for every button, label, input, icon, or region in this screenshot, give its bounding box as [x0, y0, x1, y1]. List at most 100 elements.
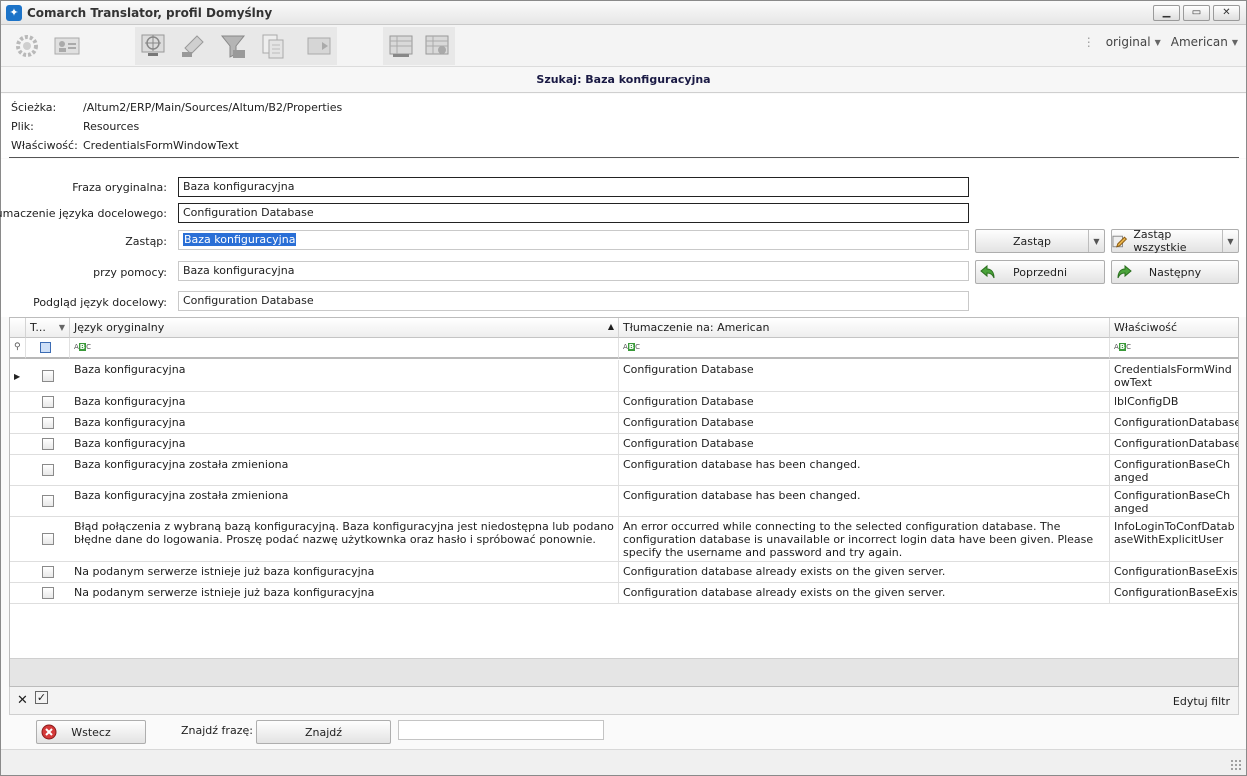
row-checkbox[interactable] — [42, 495, 54, 507]
tools-wrench-icon[interactable] — [177, 30, 209, 62]
cell-translation[interactable]: Configuration database has been changed. — [619, 486, 1110, 516]
row-checkbox[interactable] — [42, 566, 54, 578]
table-row[interactable]: Na podanym serwerze istnieje już baza ko… — [10, 562, 1238, 583]
maximize-button[interactable]: ▭ — [1183, 5, 1210, 21]
row-checkbox[interactable] — [42, 417, 54, 429]
table-row[interactable]: Błąd połączenia z wybraną bazą konfigura… — [10, 517, 1238, 562]
cell-translation[interactable]: Configuration Database — [619, 434, 1110, 454]
cell-original[interactable]: Baza konfiguracyjna — [70, 434, 619, 454]
replace-label: Zastąp: — [125, 235, 167, 248]
target-monitor-icon[interactable] — [137, 30, 169, 62]
original-dropdown[interactable]: original ▼ — [1106, 35, 1161, 49]
copy-documents-icon[interactable] — [257, 30, 289, 62]
row-checkbox[interactable] — [42, 370, 54, 382]
filter-pin-icon: ⚲ — [10, 338, 26, 359]
cell-property[interactable]: lblConfigDB — [1110, 392, 1238, 412]
target-translation-field[interactable]: Configuration Database — [178, 203, 969, 223]
find-button-label: Znajdź — [304, 725, 343, 739]
row-checkbox[interactable] — [42, 464, 54, 476]
cell-original[interactable]: Na podanym serwerze istnieje już baza ko… — [70, 562, 619, 582]
table-row[interactable]: Baza konfiguracyjna Configuration Databa… — [10, 434, 1238, 455]
cell-property[interactable]: ConfigurationBaseExists — [1110, 562, 1238, 582]
cell-translation[interactable]: Configuration Database — [619, 392, 1110, 412]
cell-original[interactable]: Baza konfiguracyjna została zmieniona — [70, 486, 619, 516]
column-header-original[interactable]: Język oryginalny ▲ — [70, 318, 619, 338]
cell-original[interactable]: Na podanym serwerze istnieje już baza ko… — [70, 583, 619, 603]
filter-funnel-icon[interactable] — [217, 30, 249, 62]
cell-original[interactable]: Baza konfiguracyjna — [70, 392, 619, 412]
filter-translation-cell[interactable]: ABC — [619, 338, 1110, 359]
cell-original[interactable]: Błąd połączenia z wybraną bazą konfigura… — [70, 517, 619, 561]
cell-property[interactable]: InfoLoginToConfDatabaseWithExplicitUser — [1110, 517, 1238, 561]
find-phrase-input[interactable] — [398, 720, 604, 740]
settings-gear-icon[interactable] — [11, 30, 43, 62]
cell-property[interactable]: ConfigurationBaseChanged — [1110, 486, 1238, 516]
next-button[interactable]: Następny — [1111, 260, 1239, 284]
arrow-back-icon — [980, 264, 995, 279]
text-filter-icon: ABC — [623, 343, 641, 351]
filter-type-cell[interactable] — [26, 338, 70, 359]
filter-original-cell[interactable]: ABC — [70, 338, 619, 359]
cell-translation[interactable]: Configuration database already exists on… — [619, 583, 1110, 603]
cell-translation[interactable]: An error occurred while connecting to th… — [619, 517, 1110, 561]
file-value: Resources — [83, 120, 140, 133]
app-logo-icon: ✦ — [6, 5, 22, 21]
clear-filter-icon[interactable]: ✕ — [17, 693, 28, 708]
replace-all-dropdown-icon[interactable]: ▼ — [1222, 230, 1238, 252]
original-phrase-field[interactable]: Baza konfiguracyjna — [178, 177, 969, 197]
cell-property[interactable]: ConfigurationDatabase — [1110, 434, 1238, 454]
cell-property[interactable]: ConfigurationBaseExists — [1110, 583, 1238, 603]
table-row[interactable]: ▶ Baza konfiguracyjna Configuration Data… — [10, 360, 1238, 392]
replace-with-input[interactable]: Baza konfiguracyjna — [178, 261, 969, 281]
info-panel: Ścieżka: /Altum2/ERP/Main/Sources/Altum/… — [1, 94, 1246, 158]
cell-original[interactable]: Baza konfiguracyjna — [70, 413, 619, 433]
cell-translation[interactable]: Configuration Database — [619, 413, 1110, 433]
chevron-down-icon[interactable]: ▼ — [59, 323, 65, 332]
grid-settings-icon[interactable] — [421, 30, 453, 62]
cell-property[interactable]: ConfigurationDatabase — [1110, 413, 1238, 433]
filter-property-cell[interactable]: ABC — [1110, 338, 1238, 359]
cell-translation[interactable]: Configuration Database — [619, 360, 1110, 391]
filter-checkbox-icon[interactable] — [40, 342, 51, 353]
cell-property[interactable]: CredentialsFormWindowText — [1110, 360, 1238, 391]
table-row[interactable]: Baza konfiguracyjna Configuration Databa… — [10, 392, 1238, 413]
cell-original[interactable]: Baza konfiguracyjna — [70, 360, 619, 391]
column-header-translation[interactable]: Tłumaczenie na: American — [619, 318, 1110, 338]
row-checkbox[interactable] — [42, 587, 54, 599]
column-header-property[interactable]: Właściwość — [1110, 318, 1238, 338]
column-header-type[interactable]: T... ▼ — [26, 318, 70, 338]
replace-dropdown-icon[interactable]: ▼ — [1088, 230, 1104, 252]
table-row[interactable]: Baza konfiguracyjna została zmieniona Co… — [10, 455, 1238, 486]
cell-translation[interactable]: Configuration database has been changed. — [619, 455, 1110, 485]
grid-import-icon[interactable] — [385, 30, 417, 62]
toolbar-grip: ⋮ — [1082, 35, 1096, 49]
table-row[interactable]: Na podanym serwerze istnieje już baza ko… — [10, 583, 1238, 604]
cell-property[interactable]: ConfigurationBaseChanged — [1110, 455, 1238, 485]
row-checkbox[interactable] — [42, 396, 54, 408]
find-button[interactable]: Znajdź — [256, 720, 391, 744]
previous-button[interactable]: Poprzedni — [975, 260, 1105, 284]
language-dropdown-label: American — [1170, 35, 1228, 49]
row-checkbox[interactable] — [42, 438, 54, 450]
edit-filter-link[interactable]: Edytuj filtr — [1173, 695, 1230, 708]
cell-translation[interactable]: Configuration database already exists on… — [619, 562, 1110, 582]
replace-button[interactable]: Zastąp ▼ — [975, 229, 1105, 253]
minimize-button[interactable]: ▁ — [1153, 5, 1180, 21]
row-checkbox[interactable] — [42, 533, 54, 545]
filter-enabled-checkbox-icon[interactable]: ✓ — [35, 691, 48, 704]
profile-card-icon[interactable] — [51, 30, 83, 62]
close-button[interactable]: ✕ — [1213, 5, 1240, 21]
cell-original[interactable]: Baza konfiguracyjna została zmieniona — [70, 455, 619, 485]
replace-input[interactable]: Baza konfiguracyjna — [178, 230, 969, 250]
language-dropdown[interactable]: American ▼ — [1171, 35, 1238, 49]
table-row[interactable]: Baza konfiguracyjna została zmieniona Co… — [10, 486, 1238, 517]
export-arrow-icon[interactable] — [303, 30, 335, 62]
table-row[interactable]: Baza konfiguracyjna Configuration Databa… — [10, 413, 1238, 434]
property-label: Właściwość: — [11, 139, 78, 152]
back-button[interactable]: Wstecz — [36, 720, 146, 744]
file-label: Plik: — [11, 120, 34, 133]
resize-grip-icon[interactable] — [1230, 759, 1242, 771]
replace-all-button[interactable]: Zastąp wszystkie ▼ — [1111, 228, 1239, 254]
title-bar: ✦ Comarch Translator, profil Domyślny ▁ … — [1, 1, 1246, 25]
find-phrase-label: Znajdź frazę: — [181, 724, 253, 737]
